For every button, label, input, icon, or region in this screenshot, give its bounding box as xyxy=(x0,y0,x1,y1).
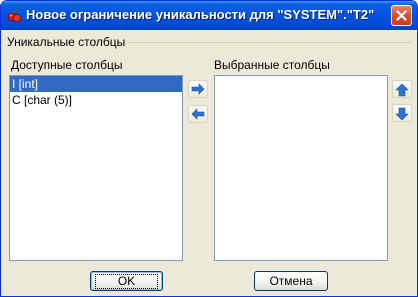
arrow-up-icon xyxy=(395,83,409,97)
remove-column-button[interactable] xyxy=(188,105,208,123)
arrow-right-icon xyxy=(191,83,205,95)
available-columns-label: Доступные столбцы xyxy=(11,58,123,72)
move-down-button[interactable] xyxy=(392,104,412,122)
cancel-button-label: Отмена xyxy=(269,274,313,288)
add-column-button[interactable] xyxy=(188,80,208,98)
move-up-button[interactable] xyxy=(392,80,412,98)
selected-columns-label: Выбранные столбцы xyxy=(214,58,330,72)
ok-button-label: OK xyxy=(94,274,159,289)
list-item[interactable]: I [int] xyxy=(10,76,182,92)
close-button[interactable] xyxy=(391,5,412,26)
window-title: Новое ограничение уникальности для "SYST… xyxy=(26,7,375,22)
dialog-window: Новое ограничение уникальности для "SYST… xyxy=(0,0,418,297)
arrow-left-icon xyxy=(191,108,205,120)
dialog-client-area: Уникальные столбцы Доступные столбцы Выб… xyxy=(4,30,414,294)
cancel-button[interactable]: Отмена xyxy=(254,271,328,291)
app-icon xyxy=(7,8,22,23)
ok-button[interactable]: OK xyxy=(90,271,163,291)
arrow-down-icon xyxy=(395,107,409,121)
close-icon xyxy=(396,10,407,21)
list-item[interactable]: C [char (5)] xyxy=(10,92,182,108)
selected-columns-list[interactable] xyxy=(214,75,388,261)
title-bar[interactable]: Новое ограничение уникальности для "SYST… xyxy=(1,1,417,30)
group-label: Уникальные столбцы xyxy=(7,35,129,49)
available-columns-list[interactable]: I [int] C [char (5)] xyxy=(9,75,183,261)
